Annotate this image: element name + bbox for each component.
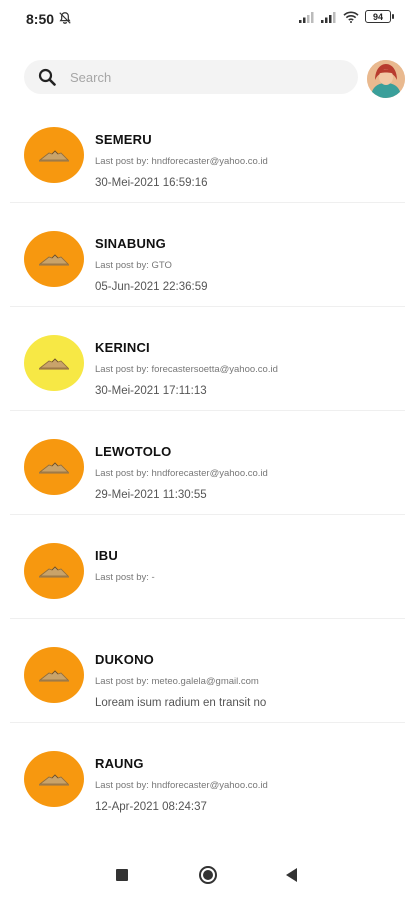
volcano-icon	[24, 647, 84, 703]
search-icon[interactable]	[38, 68, 56, 86]
volcano-icon	[24, 231, 84, 287]
volcano-icon	[24, 439, 84, 495]
status-bar: 8:50 94	[0, 0, 415, 36]
list-item[interactable]: IBU Last post by: -	[10, 515, 405, 619]
home-circle-icon[interactable]	[199, 866, 217, 884]
search-input[interactable]	[70, 60, 340, 94]
item-last-post: Last post by: hndforecaster@yahoo.co.id	[95, 156, 268, 167]
item-last-post: Last post by: meteo.galela@gmail.com	[95, 676, 259, 687]
item-title: RAUNG	[95, 756, 144, 771]
item-date: 30-Mei-2021 16:59:16	[95, 177, 208, 189]
list-item[interactable]: KERINCI Last post by: forecastersoetta@ya…	[10, 307, 405, 411]
volcano-icon	[24, 543, 84, 599]
navigation-bar	[0, 850, 415, 900]
list-item[interactable]: SEMERU Last post by: hndforecaster@yahoo.…	[10, 99, 405, 203]
notifications-muted-icon	[59, 12, 71, 24]
list-item[interactable]: LEWOTOLO Last post by: hndforecaster@yaho…	[10, 411, 405, 515]
item-date: Loream isum radium en transit no	[95, 697, 267, 709]
item-last-post: Last post by: forecastersoetta@yahoo.co.…	[95, 364, 278, 375]
item-date: 29-Mei-2021 11:30:55	[95, 489, 207, 501]
item-title: DUKONO	[95, 652, 154, 667]
item-title: IBU	[95, 548, 118, 563]
back-triangle-icon[interactable]	[286, 868, 297, 882]
avatar-image	[367, 60, 405, 98]
item-last-post: Last post by: GTO	[95, 260, 172, 271]
item-title: SINABUNG	[95, 236, 166, 251]
item-last-post: Last post by: -	[95, 572, 155, 583]
signal-icon	[299, 11, 314, 23]
item-last-post: Last post by: hndforecaster@yahoo.co.id	[95, 468, 268, 479]
item-date: 30-Mei-2021 17:11:13	[95, 385, 207, 397]
item-date: 12-Apr-2021 08:24:37	[95, 801, 207, 813]
volcano-list: SEMERU Last post by: hndforecaster@yahoo.…	[0, 99, 415, 827]
recents-square-icon[interactable]	[116, 869, 128, 881]
status-icons: 94	[299, 10, 394, 23]
status-time: 8:50	[26, 11, 55, 27]
list-item[interactable]: DUKONO Last post by: meteo.galela@gmail.c…	[10, 619, 405, 723]
item-title: LEWOTOLO	[95, 444, 172, 459]
volcano-icon	[24, 127, 84, 183]
list-item[interactable]: SINABUNG Last post by: GTO 05-Jun-2021 22:…	[10, 203, 405, 307]
avatar[interactable]	[367, 60, 405, 98]
item-last-post: Last post by: hndforecaster@yahoo.co.id	[95, 780, 268, 791]
wifi-icon	[343, 11, 359, 23]
item-title: SEMERU	[95, 132, 152, 147]
volcano-icon	[24, 751, 84, 807]
item-date: 05-Jun-2021 22:36:59	[95, 281, 208, 293]
battery-icon: 94	[365, 10, 394, 23]
volcano-icon	[24, 335, 84, 391]
item-title: KERINCI	[95, 340, 150, 355]
search-bar[interactable]	[24, 60, 358, 94]
signal-icon	[321, 11, 336, 23]
list-item[interactable]: RAUNG Last post by: hndforecaster@yahoo.c…	[10, 723, 405, 827]
